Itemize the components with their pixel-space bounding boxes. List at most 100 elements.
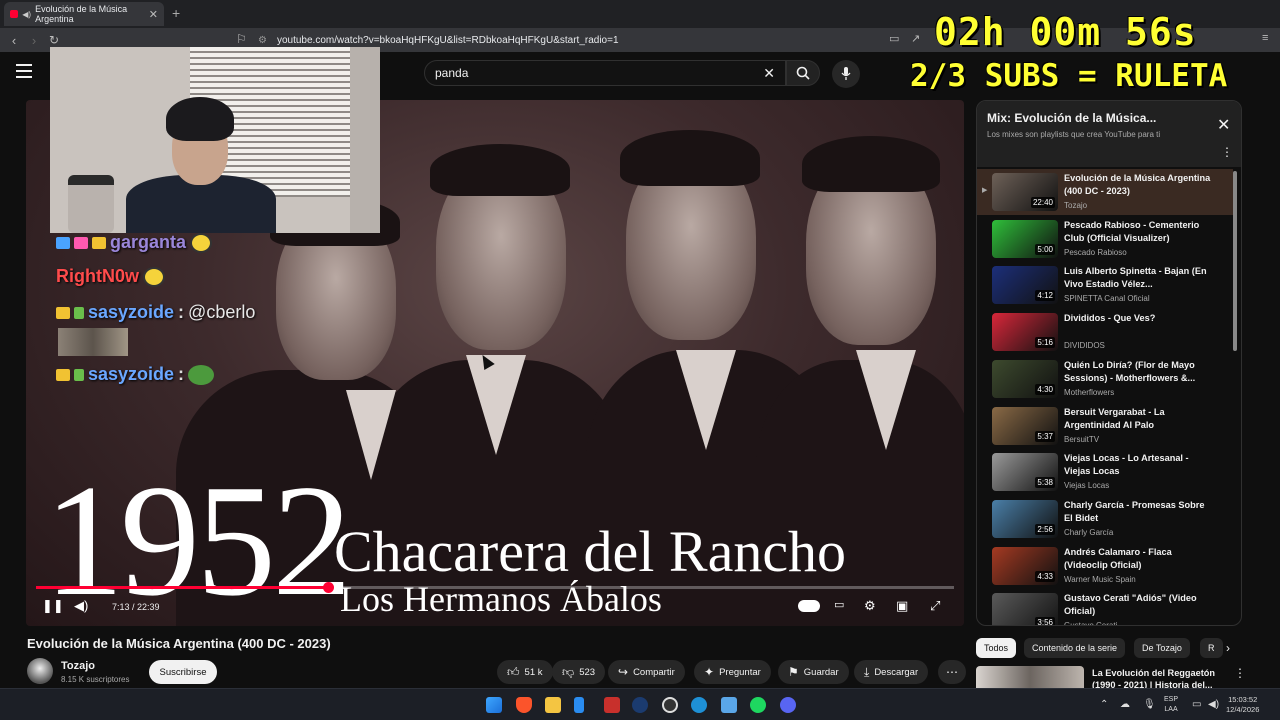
miniplayer-icon[interactable]: ▣ [896, 598, 908, 614]
webcam-overlay [50, 47, 380, 233]
playlist-thumbnail[interactable]: 4:33 [992, 546, 1058, 585]
playlist-thumbnail[interactable]: 2:56 [992, 499, 1058, 538]
photo-hair [620, 130, 760, 186]
steam-icon[interactable] [632, 697, 648, 713]
progress-scrubber[interactable] [322, 582, 334, 593]
share-icon: ↪ [618, 665, 629, 679]
thermos [68, 175, 114, 233]
playlist-item[interactable]: 3:56 Gustavo Cerati "Adiós" (Video Oficia… [977, 589, 1233, 625]
download-label: Descargar [874, 666, 919, 678]
obs-icon[interactable] [662, 697, 678, 713]
channel-avatar[interactable] [27, 658, 53, 684]
playlist-item[interactable]: 5:16 Divididos - Que Ves? DIVIDIDOS [977, 309, 1233, 355]
browser-menu-icon[interactable]: ≡ [1262, 32, 1268, 44]
discord-icon[interactable] [780, 697, 796, 713]
share-page-icon[interactable]: ↗ [911, 32, 920, 45]
playlist-thumbnail[interactable]: 5:37 [992, 406, 1058, 445]
playlist-item[interactable]: 4:12 Luis Alberto Spinetta - Bajan (En Vi… [977, 262, 1233, 308]
language-indicator[interactable]: ESP LAA [1164, 695, 1178, 715]
onedrive-icon[interactable]: ☁ [1120, 699, 1130, 710]
browser-tab[interactable]: ◀) Evolución de la Música Argentina ✕ [4, 2, 164, 26]
site-info-icon[interactable]: ⚙ [258, 35, 267, 46]
playlist-item[interactable]: ▶ 22:40 Evolución de la Música Argentina (… [977, 169, 1233, 215]
more-vertical-icon[interactable]: ⋮ [1234, 666, 1246, 680]
wall [350, 47, 380, 233]
playlist-thumbnail[interactable]: 5:16 [992, 313, 1058, 352]
mic-tray-icon[interactable]: 🎙︎ [1143, 699, 1156, 710]
playlist-item[interactable]: 4:30 Quién Lo Diría? (Flor de Mayo Sessio… [977, 356, 1233, 402]
playlist-item[interactable]: 5:38 Viejas Locas - Lo Artesanal - Viejas… [977, 449, 1233, 495]
recommendation-thumbnail[interactable] [976, 666, 1084, 688]
autoplay-toggle[interactable] [798, 600, 820, 612]
bing-icon[interactable] [574, 697, 584, 713]
share-button[interactable]: ↪ Compartir [608, 660, 685, 684]
cast-icon[interactable]: ▭ [889, 32, 899, 45]
network-icon[interactable]: ▭ [1192, 699, 1201, 710]
like-button[interactable]: 👍︎ 51 k [497, 660, 553, 684]
playlist-thumbnail[interactable]: 5:00 [992, 219, 1058, 258]
volume-tray-icon[interactable]: ◀) [1208, 699, 1219, 710]
start-icon[interactable] [486, 697, 502, 713]
search-button[interactable] [786, 60, 820, 86]
duration-badge: 4:33 [1035, 570, 1055, 582]
filter-chip[interactable]: Contenido de la serie [1024, 638, 1126, 658]
volume-icon[interactable]: ◀) [74, 598, 88, 614]
search-input[interactable]: panda ✕ [424, 60, 786, 86]
playlist-item[interactable]: 2:56 Charly García - Promesas Sobre El Bi… [977, 496, 1233, 542]
channel-name[interactable]: Tozajo [61, 660, 95, 672]
tray-expand-icon[interactable]: ⌃ [1100, 699, 1108, 710]
playlist-header: Mix: Evolución de la Música... Los mixes… [977, 101, 1241, 167]
playlist-item[interactable]: 4:33 Andrés Calamaro - Flaca (Videoclip O… [977, 543, 1233, 589]
fullscreen-icon[interactable]: ⤢ [930, 598, 940, 614]
playlist-item[interactable]: 5:00 Pescado Rabioso - Cementerio Club (O… [977, 216, 1233, 262]
pause-icon[interactable]: ❚❚ [42, 598, 64, 614]
ccleaner-icon[interactable] [691, 697, 707, 713]
file-explorer-icon[interactable] [545, 697, 561, 713]
notepad-icon[interactable] [721, 697, 737, 713]
playlist-item-channel: Viejas Locas [1064, 481, 1110, 491]
dislike-button[interactable]: 👎︎ 523 [552, 660, 606, 684]
filter-chip[interactable]: De Tozajo [1134, 638, 1190, 658]
playlist-thumbnail[interactable]: 4:30 [992, 359, 1058, 398]
chat-username: RightN0w [56, 266, 139, 286]
playlist-item-channel: Charly García [1064, 527, 1114, 537]
subscribe-button[interactable]: Suscribirse [149, 660, 217, 684]
thumbs-down-icon: 👎︎ [562, 664, 575, 679]
playlist-title[interactable]: Mix: Evolución de la Música... [987, 111, 1156, 125]
reload-icon[interactable]: ↻ [44, 33, 64, 47]
like-count: 51 k [524, 666, 543, 678]
chips-next-icon[interactable]: › [1218, 638, 1238, 658]
subtitles-icon[interactable]: ▭ [834, 598, 844, 611]
calendar-app-icon[interactable] [604, 697, 620, 713]
new-tab-icon[interactable]: + [172, 5, 180, 21]
playlist-scrollbar[interactable] [1233, 171, 1237, 351]
forward-icon[interactable]: › [24, 33, 44, 48]
ask-button[interactable]: ✦ Preguntar [694, 660, 771, 684]
bookmark-icon: ⚑ [788, 665, 799, 679]
brave-browser-icon[interactable] [516, 697, 532, 713]
chat-username: sasyzoide [88, 302, 175, 322]
progress-bar[interactable] [36, 582, 954, 593]
more-actions-button[interactable]: ⋯ [938, 660, 966, 684]
settings-icon[interactable]: ⚙ [864, 598, 876, 614]
download-button[interactable]: ⤓ Descargar [854, 660, 929, 684]
menu-icon[interactable] [16, 64, 32, 78]
save-button[interactable]: ⚑ Guardar [778, 660, 849, 684]
close-icon[interactable]: ✕ [1217, 115, 1230, 135]
duration-badge: 5:16 [1035, 337, 1055, 349]
clear-search-icon[interactable]: ✕ [763, 65, 775, 82]
playlist-item[interactable]: 5:37 Bersuit Vergarabat - La Argentinidad… [977, 403, 1233, 449]
back-icon[interactable]: ‹ [4, 33, 24, 48]
tab-close-icon[interactable]: ✕ [149, 8, 158, 21]
playlist-thumbnail[interactable]: 22:40 [992, 173, 1058, 211]
filter-chip[interactable]: Todos [976, 638, 1017, 658]
playlist-thumbnail[interactable]: 4:12 [992, 266, 1058, 305]
bookmark-icon[interactable]: ⚐ [236, 32, 247, 46]
audio-playing-icon[interactable]: ◀) [22, 10, 31, 19]
system-clock[interactable]: 15:03:52 12/4/2026 [1226, 695, 1259, 715]
spotify-icon[interactable] [750, 697, 766, 713]
voice-search-button[interactable] [832, 60, 860, 88]
playlist-thumbnail[interactable]: 3:56 [992, 593, 1058, 625]
playlist-thumbnail[interactable]: 5:38 [992, 453, 1058, 492]
more-vertical-icon[interactable]: ⋮ [1221, 145, 1233, 159]
